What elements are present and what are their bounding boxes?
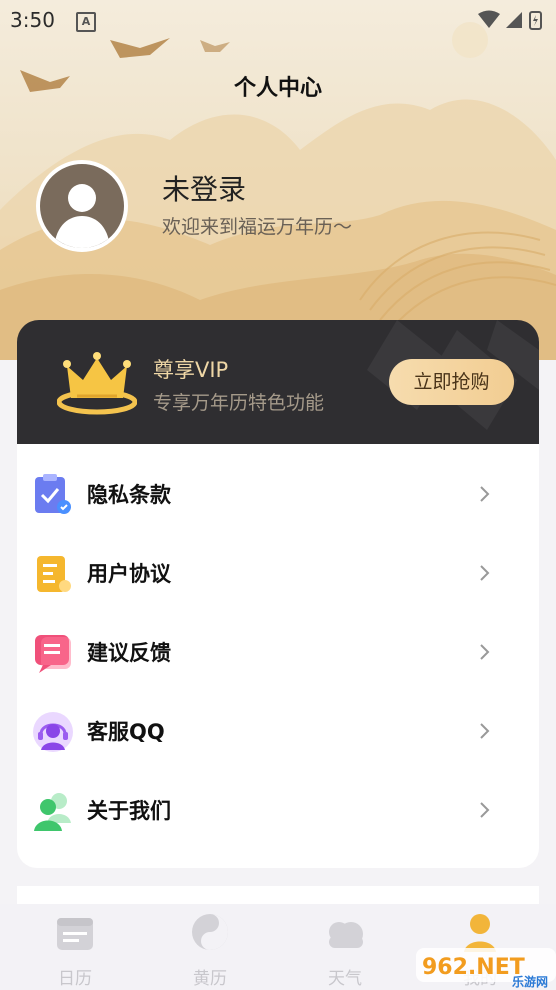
status-bar: 3:50 A bbox=[0, 0, 556, 40]
menu-label: 隐私条款 bbox=[87, 483, 171, 507]
tab-weather[interactable]: 天气 bbox=[295, 912, 395, 990]
status-time: 3:50 bbox=[10, 8, 55, 32]
welcome-text: 欢迎来到福运万年历～ bbox=[162, 216, 353, 238]
tab-label: 日历 bbox=[58, 969, 92, 989]
yin-yang-icon bbox=[192, 914, 228, 950]
next-card-edge bbox=[17, 886, 539, 904]
menu-label: 用户协议 bbox=[87, 562, 171, 586]
tab-label: 黄历 bbox=[193, 969, 227, 989]
signal-icon bbox=[506, 12, 522, 28]
chevron-right-icon bbox=[480, 486, 490, 502]
tab-almanac[interactable]: 黄历 bbox=[160, 912, 260, 990]
feedback-icon bbox=[35, 635, 71, 673]
menu-item-agreement[interactable]: 用户协议 bbox=[17, 534, 539, 613]
crown-icon bbox=[57, 352, 137, 415]
vip-card[interactable]: 尊享VIP 专享万年历特色功能 立即抢购 bbox=[17, 320, 539, 444]
watermark-logo: 962.NET 乐游网 bbox=[416, 948, 556, 989]
calendar-icon bbox=[57, 918, 93, 950]
menu-item-privacy[interactable]: 隐私条款 bbox=[17, 455, 539, 534]
cloud-icon bbox=[329, 922, 363, 948]
settings-menu: 隐私条款 用户协议 建议反馈 客服QQ 关于我们 bbox=[17, 444, 539, 868]
user-silhouette-icon bbox=[54, 184, 110, 248]
menu-item-about[interactable]: 关于我们 bbox=[17, 771, 539, 850]
notification-icon: A bbox=[76, 12, 96, 32]
avatar[interactable] bbox=[36, 160, 128, 252]
clipboard-check-icon bbox=[35, 474, 71, 514]
chevron-right-icon bbox=[480, 723, 490, 739]
page-title: 个人中心 bbox=[233, 76, 322, 101]
menu-label: 建议反馈 bbox=[87, 641, 171, 665]
chevron-right-icon bbox=[480, 565, 490, 581]
watermark-text: 962.NET bbox=[422, 955, 525, 980]
buy-now-button[interactable]: 立即抢购 bbox=[389, 359, 514, 405]
vip-title: 尊享VIP bbox=[153, 358, 229, 382]
watermark-sub: 乐游网 bbox=[512, 974, 548, 989]
chevron-right-icon bbox=[480, 802, 490, 818]
status-icons bbox=[478, 10, 542, 30]
customer-service-icon bbox=[33, 712, 73, 752]
vip-subtitle: 专享万年历特色功能 bbox=[153, 392, 325, 414]
header-banner: 3:50 A 个人中心 未登录 欢迎来到福运万年历～ bbox=[0, 0, 556, 360]
menu-label: 客服QQ bbox=[87, 720, 165, 744]
wifi-icon bbox=[478, 10, 500, 28]
people-icon bbox=[34, 793, 71, 831]
document-icon bbox=[37, 556, 71, 592]
menu-item-customer-service[interactable]: 客服QQ bbox=[17, 692, 539, 771]
tab-label: 天气 bbox=[328, 969, 362, 989]
chevron-right-icon bbox=[480, 644, 490, 660]
menu-label: 关于我们 bbox=[87, 799, 171, 823]
menu-item-feedback[interactable]: 建议反馈 bbox=[17, 613, 539, 692]
tab-calendar[interactable]: 日历 bbox=[25, 912, 125, 990]
login-status[interactable]: 未登录 bbox=[162, 168, 246, 208]
